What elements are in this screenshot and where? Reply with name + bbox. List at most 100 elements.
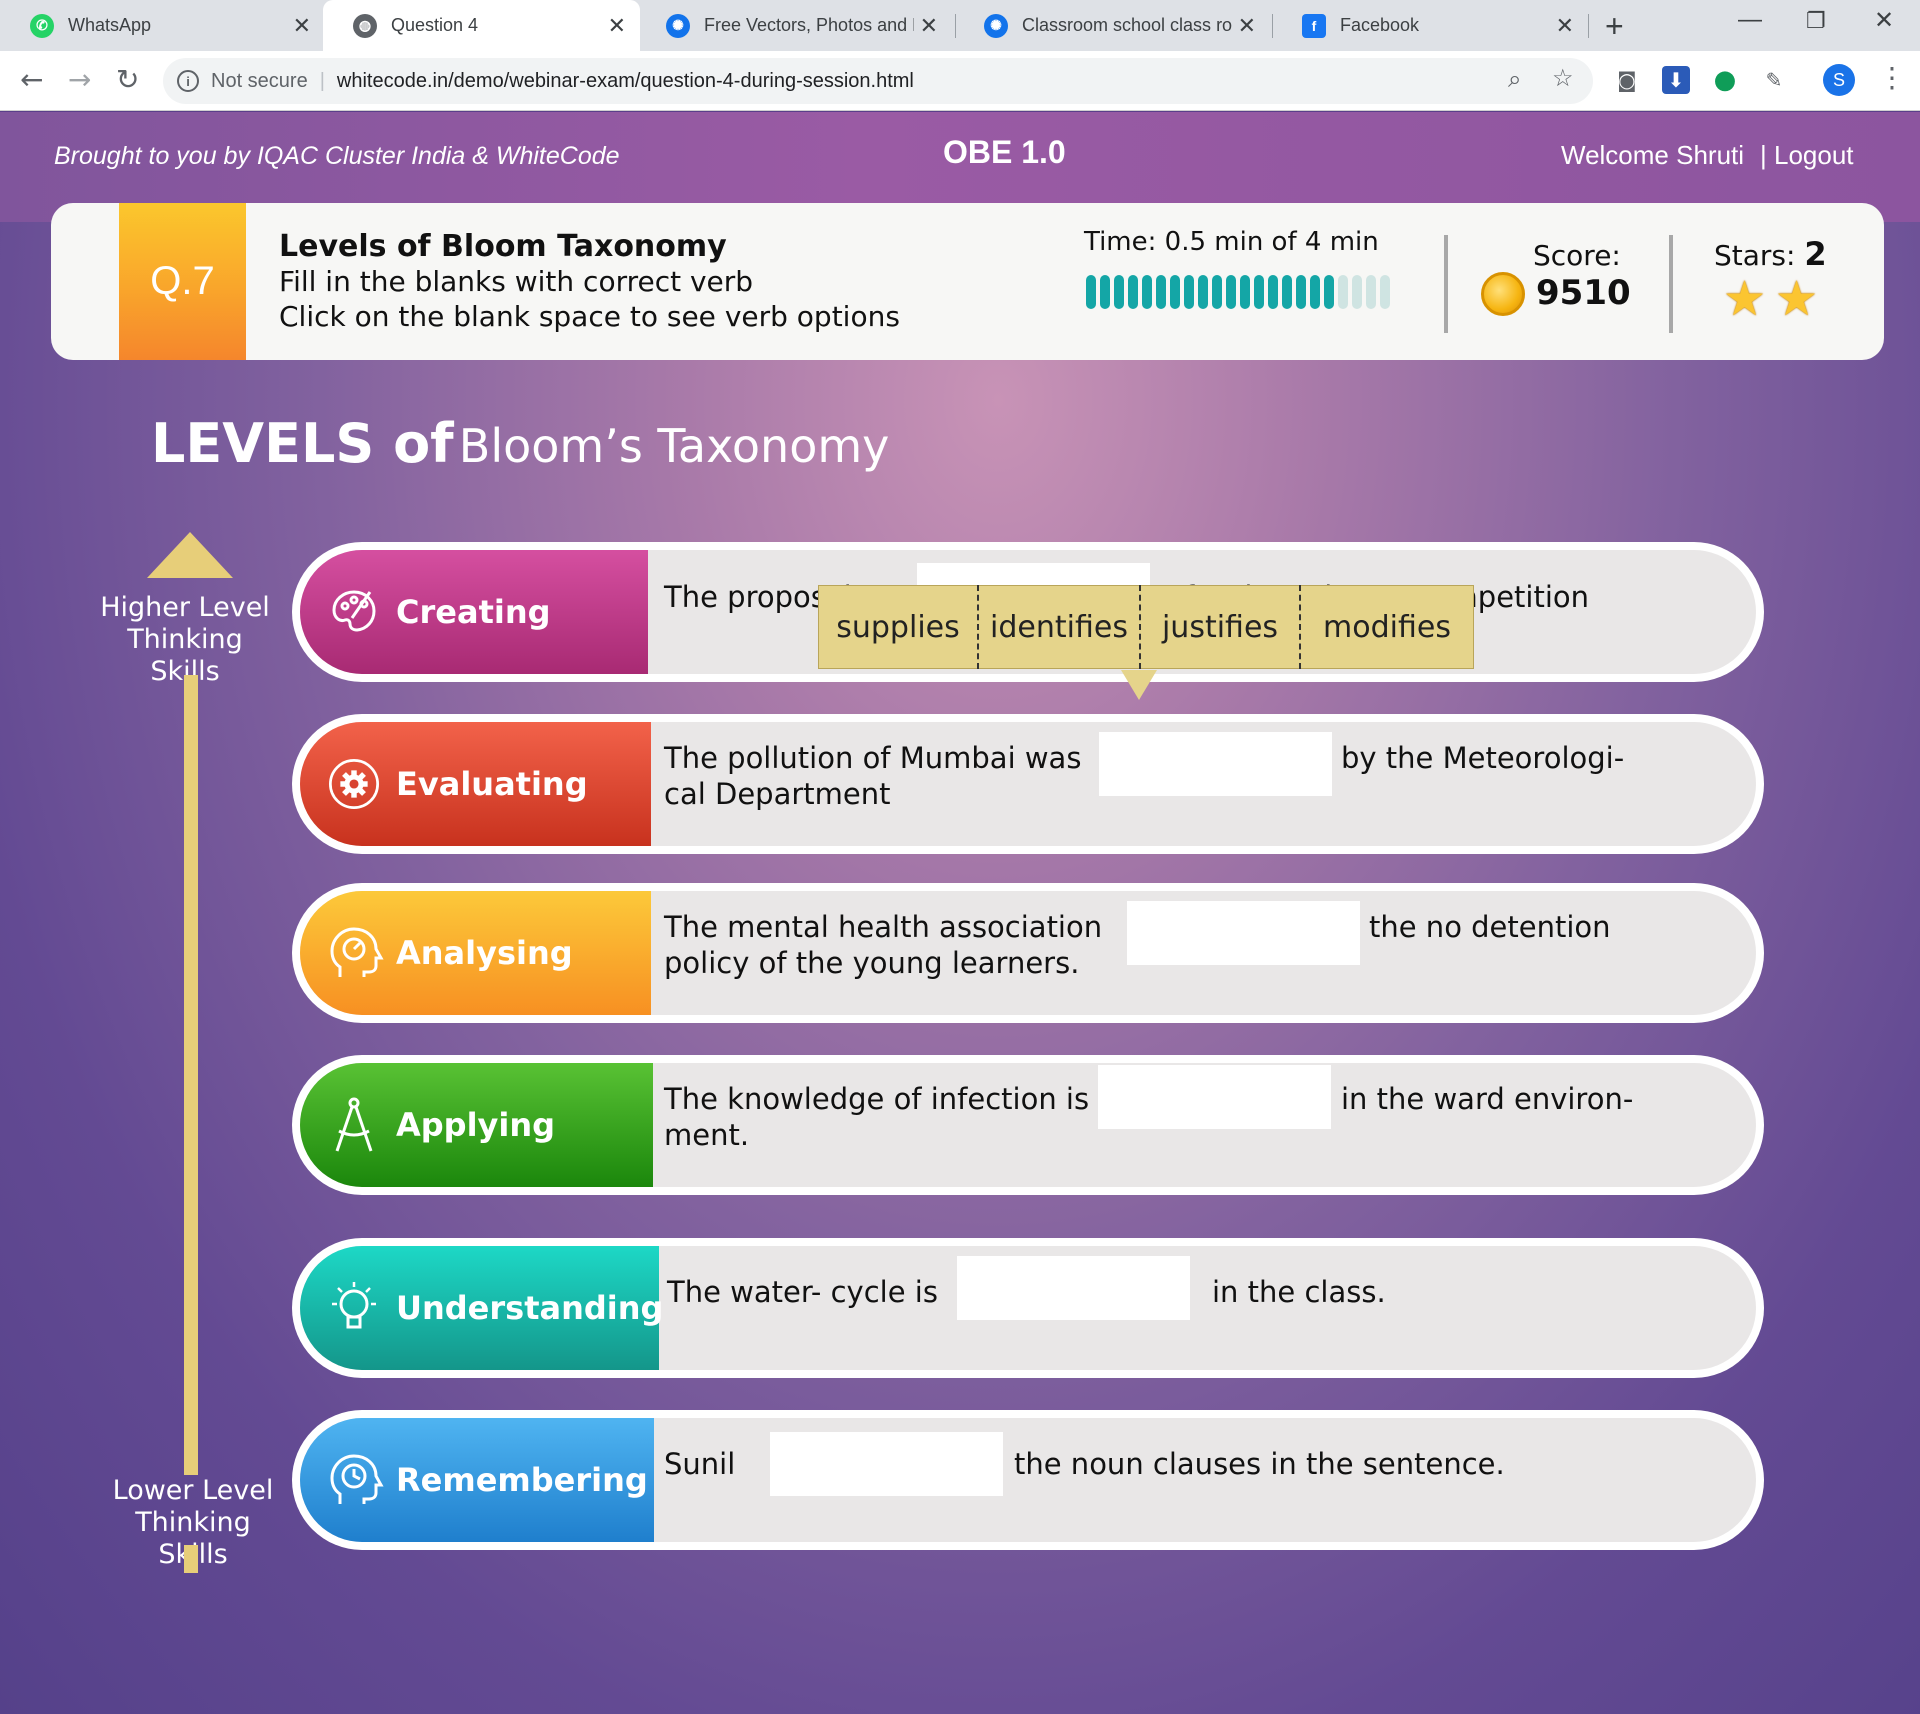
palette-icon	[324, 582, 384, 642]
sentence-end: the no detention	[1369, 910, 1611, 944]
url-text[interactable]: whitecode.in/demo/webinar-exam/question-…	[337, 70, 914, 93]
up-arrow-icon	[147, 532, 233, 578]
verb-option-modifies[interactable]: modifies	[1299, 585, 1473, 669]
info-icon[interactable]: i	[177, 70, 199, 92]
coin-icon	[1481, 272, 1525, 316]
sentence-end: ment.	[664, 1118, 750, 1152]
timer-segment	[1254, 275, 1264, 309]
timer-segment	[1310, 275, 1320, 309]
tab-whatsapp[interactable]: ✆ WhatsApp ✕	[0, 0, 325, 51]
heading-bloom: Bloom’s Taxonomy	[458, 419, 890, 473]
level-name: Creating	[396, 593, 551, 631]
sentence-end: by the Meteorologi-	[1341, 741, 1625, 775]
timer-segment	[1338, 275, 1348, 309]
freepik-icon: ✺	[666, 13, 690, 38]
answer-blank[interactable]	[770, 1432, 1003, 1496]
verb-option-identifies[interactable]: identifies	[977, 585, 1139, 669]
head-clock-icon	[324, 1450, 384, 1510]
level-badge: Understanding	[300, 1246, 663, 1370]
score-label: Score:	[1533, 239, 1621, 272]
sentence-end: policy of the young learners.	[664, 946, 1080, 980]
stars-value: 2	[1804, 235, 1827, 273]
timer-segment	[1142, 275, 1152, 309]
sentence-start: The pollution of Mumbai was	[664, 741, 1082, 775]
question-card: Q.7 Levels of Bloom Taxonomy Fill in the…	[51, 203, 1884, 360]
level-badge: Evaluating	[300, 722, 651, 846]
close-icon[interactable]: ✕	[1238, 13, 1256, 39]
question-instruction: Fill in the blanks with correct verb	[279, 265, 754, 298]
download-icon[interactable]: ⬇	[1662, 66, 1690, 94]
verb-option-justifies[interactable]: justifies	[1139, 585, 1299, 669]
address-bar[interactable]: i Not secure | whitecode.in/demo/webinar…	[163, 58, 1593, 104]
star-icon: ★	[1723, 271, 1767, 327]
timer-segment	[1324, 275, 1334, 309]
hangouts-icon[interactable]: ●	[1711, 65, 1739, 95]
tab-label: WhatsApp	[68, 15, 152, 35]
close-icon[interactable]: ✕	[293, 13, 311, 39]
zoom-icon[interactable]: ⌕	[1508, 66, 1521, 94]
avatar[interactable]: S	[1823, 64, 1855, 96]
minimize-button[interactable]: —	[1738, 6, 1762, 34]
close-icon[interactable]: ✕	[1556, 13, 1574, 39]
reload-button[interactable]: ↻	[116, 63, 139, 96]
browser-tab-strip: ✆ WhatsApp ✕ ◍ Question 4 ✕ ✺ Free Vecto…	[0, 0, 1920, 51]
camera-icon[interactable]: ◙	[1613, 66, 1641, 94]
answer-blank[interactable]	[1098, 1065, 1331, 1129]
verb-options-popup: supplies identifies justifies modifies	[818, 585, 1474, 700]
app-title: OBE 1.0	[943, 134, 1066, 170]
score-value: 9510	[1536, 273, 1631, 313]
level-name: Remembering	[396, 1461, 648, 1499]
sentence-start: The knowledge of infection is	[664, 1082, 1090, 1116]
menu-icon[interactable]: ⋮	[1878, 61, 1906, 94]
tab-classroom[interactable]: ✺ Classroom school class roo ✕	[954, 0, 1270, 51]
answer-blank[interactable]	[957, 1256, 1190, 1320]
gear-cycle-icon	[324, 754, 384, 814]
level-name: Analysing	[396, 934, 573, 972]
question-number: Q.7	[119, 203, 246, 360]
head-gauge-icon	[324, 923, 384, 983]
eyedropper-icon[interactable]: ✎	[1760, 66, 1788, 94]
restore-button[interactable]: ❐	[1806, 8, 1826, 34]
question-title: Levels of Bloom Taxonomy	[279, 229, 727, 264]
tab-label: Question 4	[391, 15, 479, 35]
back-button[interactable]: ←	[20, 63, 43, 96]
timer-segment	[1352, 275, 1362, 309]
bookmark-star-icon[interactable]: ☆	[1552, 64, 1574, 93]
tab-free-vectors[interactable]: ✺ Free Vectors, Photos and PS ✕	[636, 0, 952, 51]
close-icon[interactable]: ✕	[608, 13, 626, 39]
timer-segment	[1184, 275, 1194, 309]
tab-question-4[interactable]: ◍ Question 4 ✕	[323, 0, 640, 51]
whatsapp-icon: ✆	[30, 13, 54, 38]
level-badge: Creating	[300, 550, 648, 674]
separator: |	[319, 69, 325, 92]
answer-blank[interactable]	[1099, 732, 1332, 796]
logout-link[interactable]: | Logout	[1760, 140, 1854, 171]
window-close-button[interactable]: ✕	[1874, 6, 1894, 35]
question-hint: Click on the blank space to see verb opt…	[279, 300, 900, 333]
verb-option-supplies[interactable]: supplies	[819, 585, 977, 669]
level-row-body: Evaluating The pollution of Mumbai was by …	[300, 722, 1756, 846]
star-icon: ★	[1775, 271, 1819, 327]
level-row-body: Analysing The mental health association th…	[300, 891, 1756, 1015]
new-tab-button[interactable]: +	[1605, 8, 1624, 45]
level-row-body: Applying The knowledge of infection is in …	[300, 1063, 1756, 1187]
close-icon[interactable]: ✕	[920, 13, 938, 39]
level-badge: Applying	[300, 1063, 653, 1187]
page-heading: LEVELS of Bloom’s Taxonomy	[151, 412, 889, 475]
address-toolbar: ← → ↻ i Not secure | whitecode.in/demo/w…	[0, 51, 1920, 111]
scale-bar	[184, 675, 198, 1475]
tab-facebook[interactable]: f Facebook ✕	[1272, 0, 1588, 51]
higher-level-text: Higher Level Thinking Skills	[100, 592, 270, 687]
tab-label: Classroom school class roo	[1022, 15, 1232, 35]
timer-segment	[1128, 275, 1138, 309]
level-row-understanding: Understanding The water- cycle is in the c…	[292, 1238, 1764, 1378]
timer-segment	[1240, 275, 1250, 309]
divider	[1669, 235, 1673, 333]
sentence-end: in the ward environ-	[1341, 1082, 1634, 1116]
popup-pointer	[1121, 670, 1157, 700]
sentence-end: in the class.	[1212, 1275, 1386, 1309]
timer-segment	[1380, 275, 1390, 309]
level-row-applying: Applying The knowledge of infection is in …	[292, 1055, 1764, 1195]
forward-button[interactable]: →	[68, 63, 91, 96]
answer-blank[interactable]	[1127, 901, 1360, 965]
